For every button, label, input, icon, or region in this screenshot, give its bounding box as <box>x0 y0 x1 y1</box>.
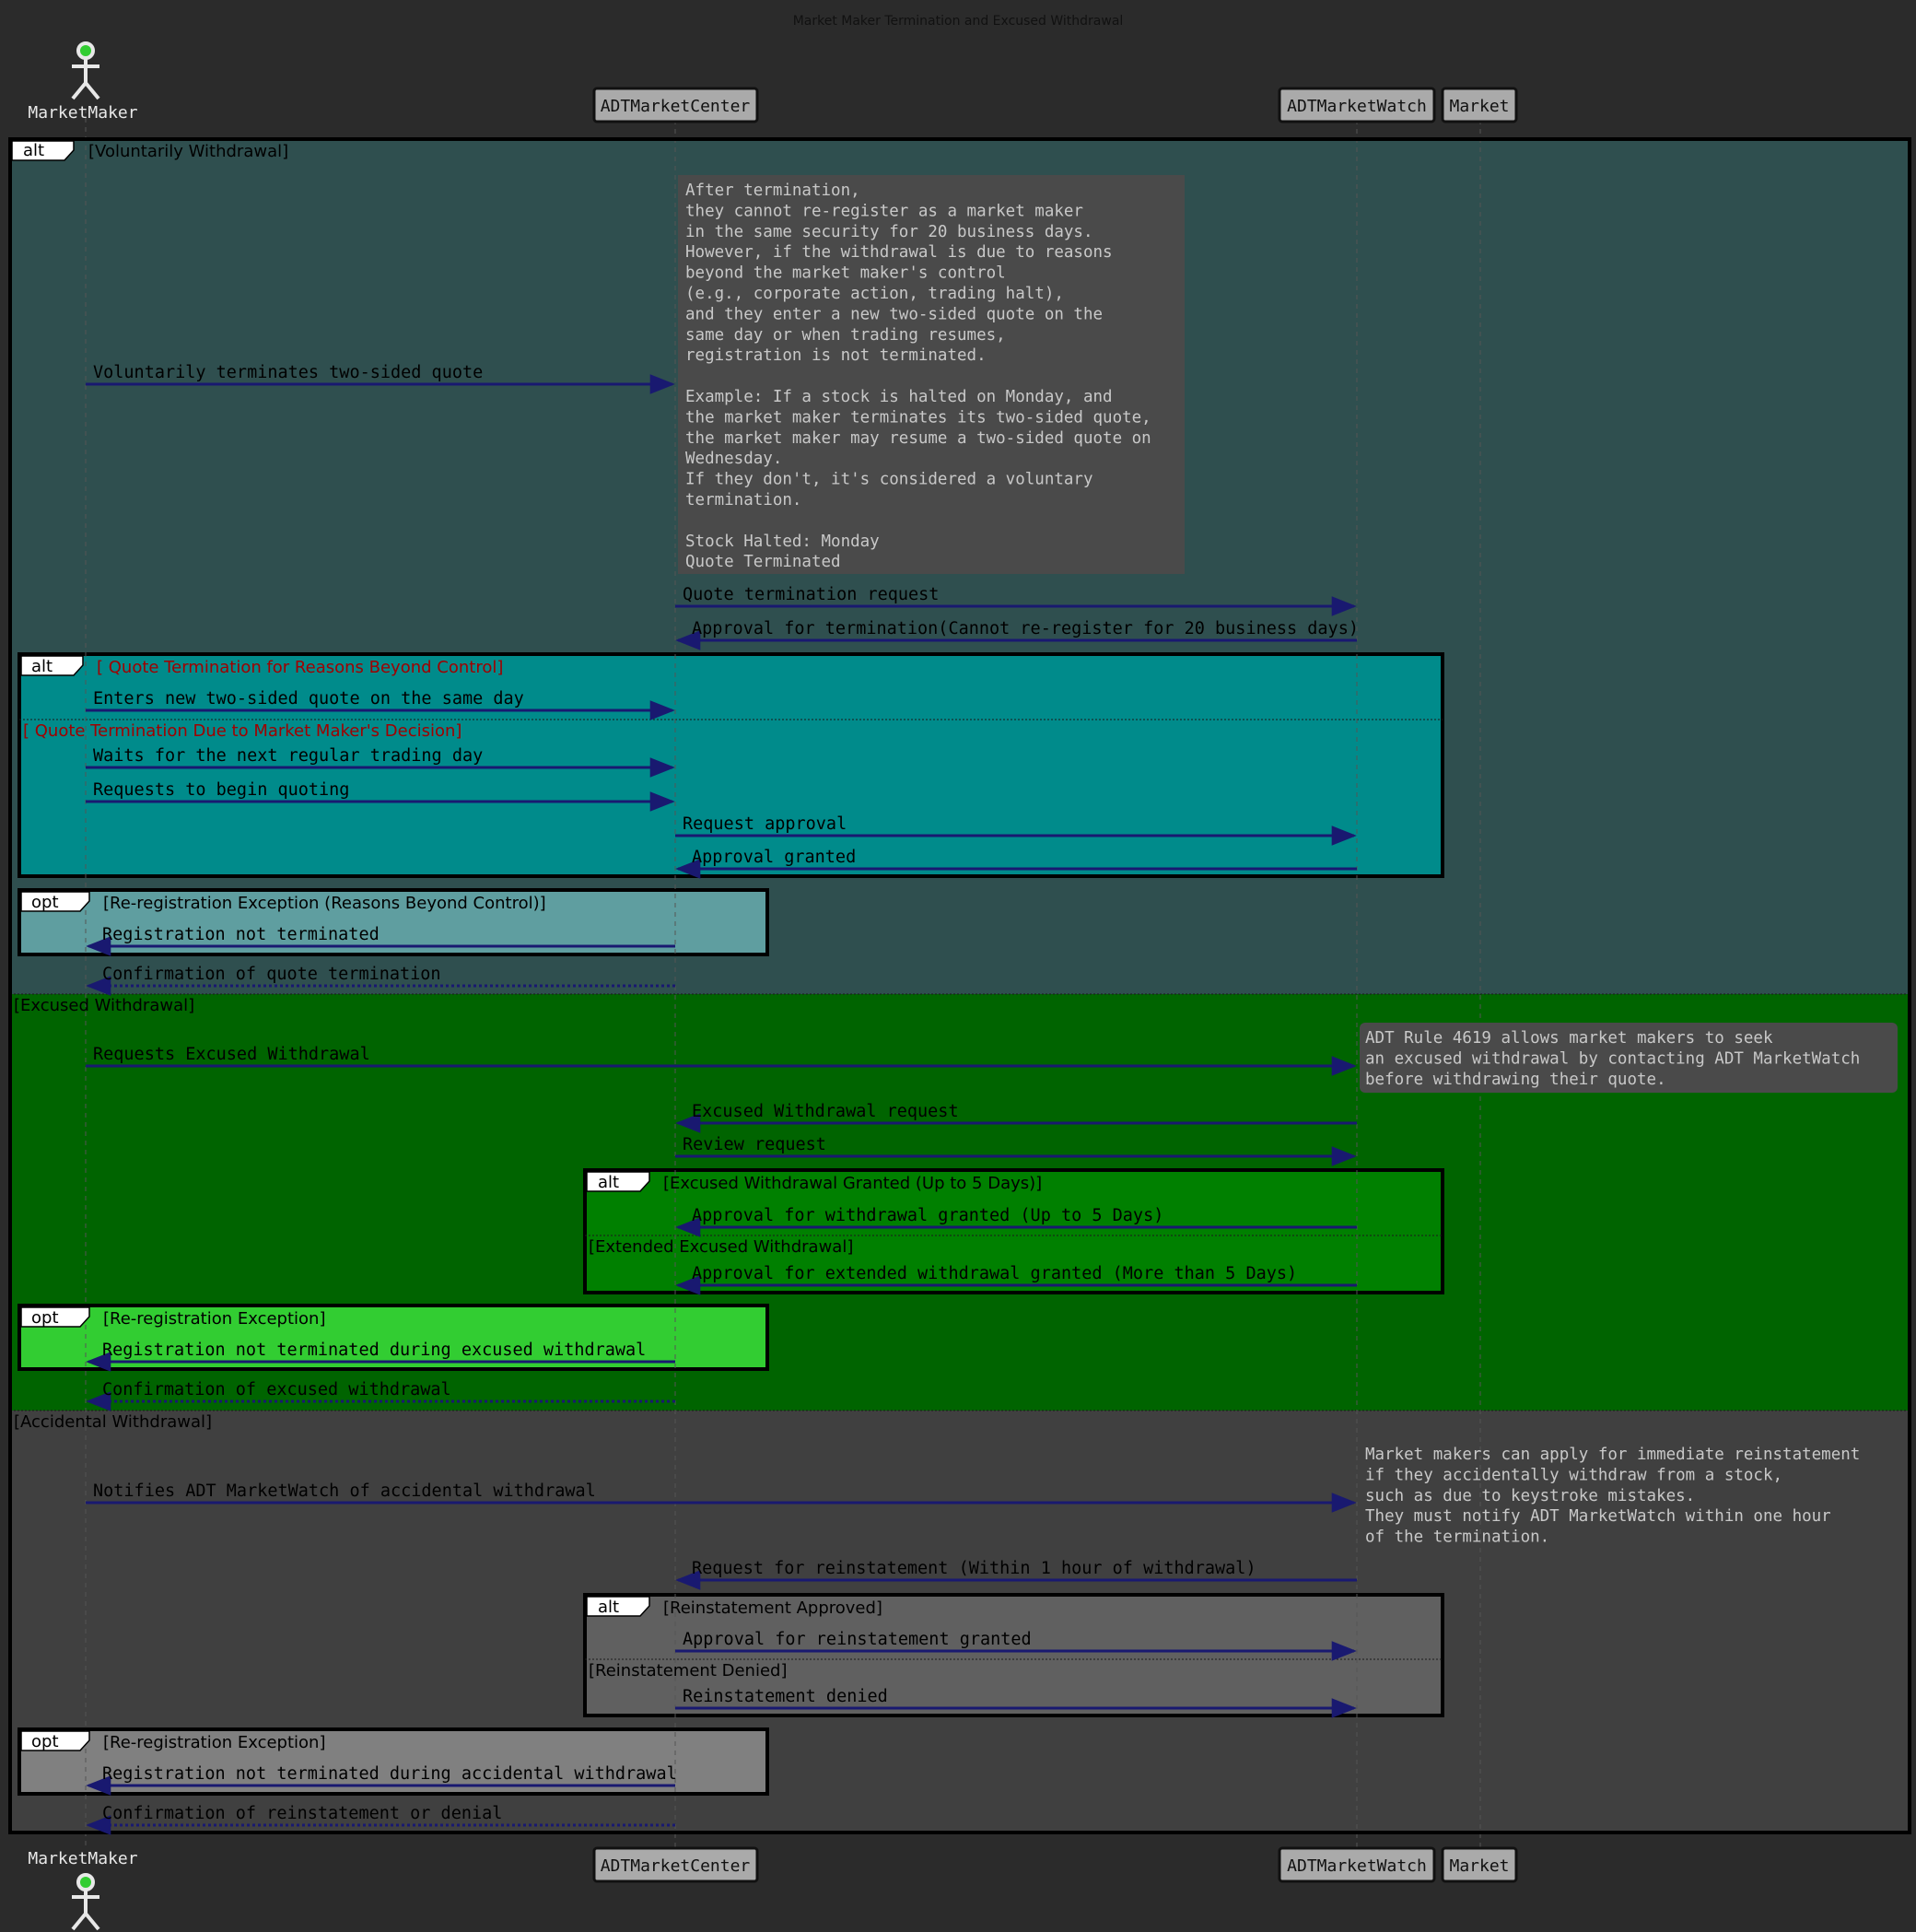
diagram-title: Market Maker Termination and Excused Wit… <box>793 14 1124 29</box>
message-label-m12: Excused Withdrawal request <box>692 1102 959 1121</box>
note-line: After termination, <box>685 181 860 200</box>
participant-watch-top: ADTMarketWatch <box>1278 87 1436 123</box>
message-label-m20: Approval for reinstatement granted <box>683 1630 1032 1649</box>
message-label-m16: Registration not terminated during excus… <box>102 1341 646 1360</box>
message-label-m2: Quote termination request <box>683 585 939 604</box>
message-label-m5: Waits for the next regular trading day <box>93 746 483 766</box>
note-line: Example: If a stock is halted on Monday,… <box>685 388 1113 406</box>
note-line: beyond the market maker's control <box>685 264 1006 283</box>
message-label-m8: Approval granted <box>692 848 856 867</box>
reinstatement-approved-guard: [Reinstatement Approved] <box>663 1598 882 1618</box>
svg-text:opt: opt <box>31 893 59 912</box>
message-label-m14: Approval for withdrawal granted (Up to 5… <box>692 1206 1163 1225</box>
reregistration-beyond-guard: [Re-registration Exception (Reasons Beyo… <box>103 894 546 913</box>
svg-text:Market: Market <box>1449 97 1509 116</box>
reregistration-excused-opt-header: opt [Re-registration Exception] <box>20 1306 325 1329</box>
note-line: if they accidentally withdraw from a sto… <box>1365 1466 1782 1484</box>
reinstatement-alt-header: alt [Reinstatement Approved] <box>586 1596 882 1618</box>
note-line: they cannot re-register as a market make… <box>685 202 1083 220</box>
message-label-m18: Notifies ADT MarketWatch of accidental w… <box>93 1481 596 1501</box>
participant-market-top: Market <box>1441 87 1518 123</box>
message-label-m21: Reinstatement denied <box>683 1687 888 1706</box>
note-line: termination. <box>685 491 801 509</box>
note-line: of the termination. <box>1365 1528 1549 1547</box>
message-label-m7: Request approval <box>683 814 847 834</box>
svg-text:MarketMaker: MarketMaker <box>28 1849 137 1868</box>
svg-text:opt: opt <box>31 1732 59 1751</box>
message-label-m1: Voluntarily terminates two-sided quote <box>93 363 483 382</box>
reregistration-accidental-opt-header: opt [Re-registration Exception] <box>20 1730 325 1752</box>
message-label-m22: Registration not terminated during accid… <box>102 1764 677 1784</box>
note-line: Quote Terminated <box>685 553 841 571</box>
message-label-m23: Confirmation of reinstatement or denial <box>102 1804 502 1823</box>
accidental-guard: [Accidental Withdrawal] <box>14 1412 212 1432</box>
actor-icon <box>71 1873 100 1931</box>
message-label-m13: Review request <box>683 1135 826 1154</box>
message-label-m19: Request for reinstatement (Within 1 hour… <box>692 1559 1256 1578</box>
message-label-m17: Confirmation of excused withdrawal <box>102 1380 451 1399</box>
voluntary-guard: [Voluntarily Withdrawal] <box>88 142 288 161</box>
note-line: However, if the withdrawal is due to rea… <box>685 243 1113 262</box>
note-line: and they enter a new two-sided quote on … <box>685 305 1103 323</box>
participant-center-bottom: ADTMarketCenter <box>592 1846 759 1883</box>
participant-watch-bottom: ADTMarketWatch <box>1278 1846 1436 1883</box>
message-label-m6: Requests to begin quoting <box>93 780 349 800</box>
svg-text:ADTMarketCenter: ADTMarketCenter <box>601 97 751 116</box>
note-line: before withdrawing their quote. <box>1365 1071 1666 1089</box>
note-line: same day or when trading resumes, <box>685 326 1006 345</box>
svg-text:opt: opt <box>31 1308 59 1328</box>
extended-guard: [Extended Excused Withdrawal] <box>589 1237 853 1257</box>
svg-text:ADTMarketWatch: ADTMarketWatch <box>1287 1856 1427 1876</box>
participant-center-top: ADTMarketCenter <box>592 87 759 123</box>
message-label-m11: Requests Excused Withdrawal <box>93 1045 370 1064</box>
note-line: ADT Rule 4619 allows market makers to se… <box>1365 1029 1773 1048</box>
note-line: Market makers can apply for immediate re… <box>1365 1446 1860 1464</box>
excused-guard: [Excused Withdrawal] <box>14 996 194 1015</box>
message-label-m3: Approval for termination(Cannot re-regis… <box>692 619 1359 638</box>
reregistration-excused-guard: [Re-registration Exception] <box>103 1309 325 1329</box>
note-line: such as due to keystroke mistakes. <box>1365 1487 1695 1505</box>
note-line: If they don't, it's considered a volunta… <box>685 471 1093 489</box>
message-label-m15: Approval for extended withdrawal granted… <box>692 1264 1297 1283</box>
sequence-diagram: Market Maker Termination and Excused Wit… <box>8 14 1911 1931</box>
decision-guard: [ Quote Termination Due to Market Maker'… <box>23 721 461 741</box>
svg-text:ADTMarketCenter: ADTMarketCenter <box>601 1856 751 1876</box>
note-line: an excused withdrawal by contacting ADT … <box>1365 1049 1860 1068</box>
svg-text:alt: alt <box>598 1173 619 1192</box>
svg-text:Market: Market <box>1449 1856 1509 1876</box>
note-line: (e.g., corporate action, trading halt), <box>685 285 1064 303</box>
note-line: Stock Halted: Monday <box>685 533 880 551</box>
reregistration-accidental-guard: [Re-registration Exception] <box>103 1733 325 1752</box>
note-line: the market maker may resume a two-sided … <box>685 429 1151 448</box>
note-line: They must notify ADT MarketWatch within … <box>1365 1507 1831 1526</box>
svg-text:alt: alt <box>23 141 44 160</box>
actor-market-maker-bottom: MarketMaker <box>28 1849 138 1931</box>
message-label-m9: Registration not terminated <box>102 925 380 944</box>
note-line: registration is not terminated. <box>685 346 987 365</box>
message-label-m10: Confirmation of quote termination <box>102 965 441 984</box>
svg-text:ADTMarketWatch: ADTMarketWatch <box>1287 97 1427 116</box>
participant-market-bottom: Market <box>1441 1846 1518 1883</box>
beyond-control-guard: [ Quote Termination for Reasons Beyond C… <box>97 658 503 677</box>
svg-text:alt: alt <box>31 657 53 676</box>
note-line: the market maker terminates its two-side… <box>685 408 1151 427</box>
svg-text:alt: alt <box>598 1598 619 1617</box>
message-label-m4: Enters new two-sided quote on the same d… <box>93 689 524 708</box>
note-line: Wednesday. <box>685 450 782 468</box>
excused-granted-guard: [Excused Withdrawal Granted (Up to 5 Day… <box>663 1174 1042 1193</box>
reinstatement-denied-guard: [Reinstatement Denied] <box>589 1661 787 1680</box>
svg-text:MarketMaker: MarketMaker <box>28 103 137 123</box>
actor-icon <box>71 41 100 100</box>
actor-market-maker-top: MarketMaker <box>28 41 138 123</box>
main-alt-header: alt [Voluntarily Withdrawal] <box>11 140 288 161</box>
note-line: in the same security for 20 business day… <box>685 223 1093 241</box>
